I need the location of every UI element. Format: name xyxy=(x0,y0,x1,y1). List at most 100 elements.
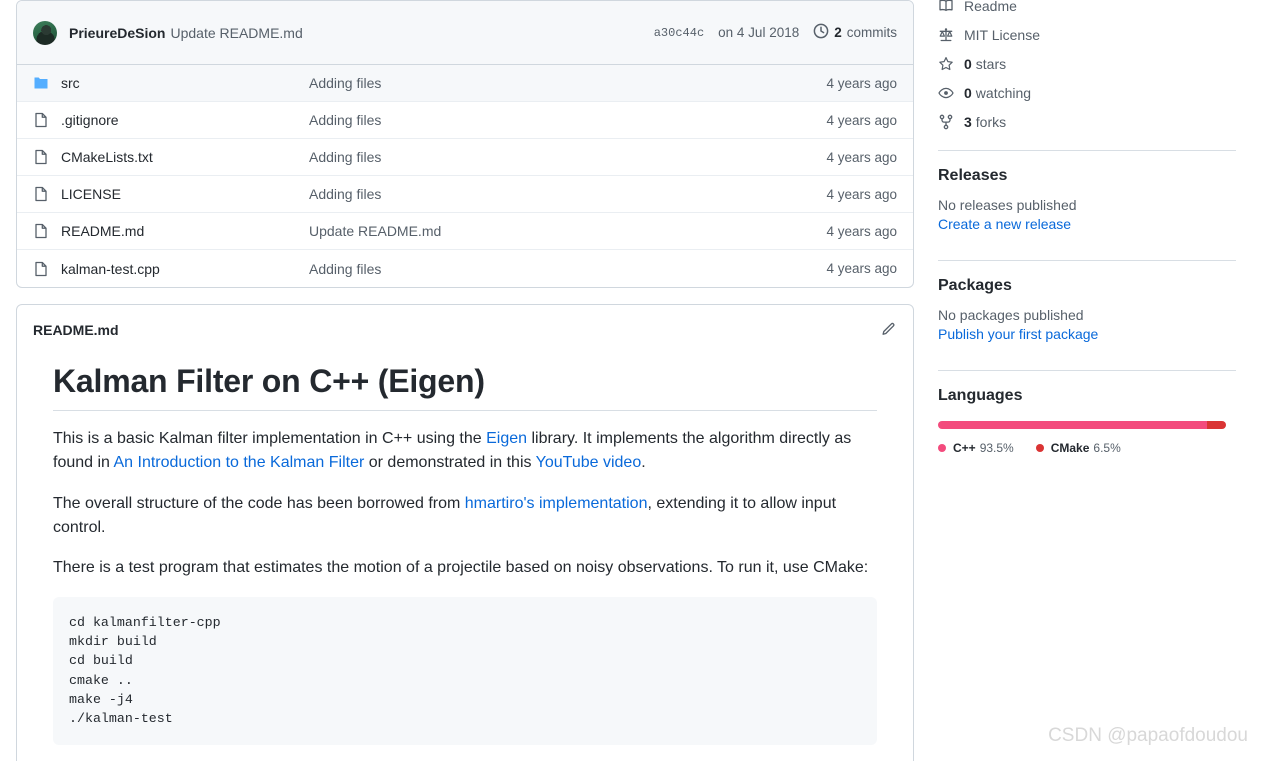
language-bar-segment-cpp[interactable] xyxy=(938,421,1208,429)
watching-count: 0 xyxy=(964,84,972,101)
readme-paragraph-3: There is a test program that estimates t… xyxy=(53,559,869,577)
readme-header: README.md xyxy=(17,305,913,339)
sidebar-item-readme[interactable]: Readme xyxy=(938,0,1238,20)
file-commit-message[interactable]: Adding files xyxy=(309,186,826,202)
fork-icon xyxy=(938,114,954,130)
commit-message[interactable]: Update README.md xyxy=(170,25,302,41)
sidebar-item-stars[interactable]: 0 stars xyxy=(938,49,1238,78)
watching-label: watching xyxy=(975,84,1032,101)
readme-content: Kalman Filter on C++ (Eigen) This is a b… xyxy=(17,339,913,761)
create-release-link[interactable]: Create a new release xyxy=(938,216,1238,232)
languages-section: Languages C++ 93.5% CMake 6.5% xyxy=(938,387,1238,455)
table-row[interactable]: README.md Update README.md 4 years ago xyxy=(17,213,913,250)
file-name[interactable]: CMakeLists.txt xyxy=(61,149,309,165)
file-list-card: PrieureDeSion Update README.md a30c44c o… xyxy=(16,0,914,288)
language-legend-item-cpp[interactable]: C++ 93.5% xyxy=(938,441,1014,455)
file-age: 4 years ago xyxy=(826,261,897,276)
file-commit-message[interactable]: Adding files xyxy=(309,149,826,165)
table-row[interactable]: LICENSE Adding files 4 years ago xyxy=(17,176,913,213)
kalman-intro-link[interactable]: An Introduction to the Kalman Filter xyxy=(114,454,365,471)
readme-heading: Kalman Filter on C++ (Eigen) xyxy=(53,363,877,411)
sidebar-item-license[interactable]: MIT License xyxy=(938,20,1238,49)
language-legend: C++ 93.5% CMake 6.5% xyxy=(938,441,1238,455)
file-name[interactable]: kalman-test.cpp xyxy=(61,261,309,277)
readme-paragraph-2: The overall structure of the code has be… xyxy=(53,492,877,541)
file-icon xyxy=(33,223,49,239)
file-icon xyxy=(33,186,49,202)
commit-meta: a30c44c on 4 Jul 2018 2 commits xyxy=(654,23,897,42)
youtube-video-link[interactable]: YouTube video xyxy=(536,454,642,471)
language-percent: 93.5% xyxy=(979,441,1014,455)
stars-label: stars xyxy=(975,55,1007,72)
language-bar-segment-cmake[interactable] xyxy=(1207,421,1226,429)
file-name[interactable]: LICENSE xyxy=(61,186,309,202)
sidebar-item-forks[interactable]: 3 forks xyxy=(938,107,1238,136)
sidebar-readme-label: Readme xyxy=(964,0,1017,14)
table-row[interactable]: kalman-test.cpp Adding files 4 years ago xyxy=(17,250,913,287)
language-name: CMake xyxy=(1050,441,1090,455)
table-row[interactable]: CMakeLists.txt Adding files 4 years ago xyxy=(17,139,913,176)
file-name[interactable]: src xyxy=(61,75,309,91)
history-icon xyxy=(813,23,829,42)
readme-card: README.md Kalman Filter on C++ (Eigen) T… xyxy=(16,304,914,761)
readme-filename: README.md xyxy=(33,322,119,338)
latest-commit-header: PrieureDeSion Update README.md a30c44c o… xyxy=(17,1,913,65)
language-percent: 6.5% xyxy=(1093,441,1121,455)
table-row[interactable]: src Adding files 4 years ago xyxy=(17,65,913,102)
file-commit-message[interactable]: Adding files xyxy=(309,261,826,277)
language-dot-icon xyxy=(938,444,946,452)
eigen-link[interactable]: Eigen xyxy=(486,430,527,447)
divider xyxy=(938,370,1236,371)
language-legend-item-cmake[interactable]: CMake 6.5% xyxy=(1035,441,1121,455)
file-name[interactable]: README.md xyxy=(61,223,309,239)
table-row[interactable]: .gitignore Adding files 4 years ago xyxy=(17,102,913,139)
commit-date: on 4 Jul 2018 xyxy=(718,25,800,40)
file-age: 4 years ago xyxy=(826,75,897,91)
file-name[interactable]: .gitignore xyxy=(61,112,309,128)
file-age: 4 years ago xyxy=(826,186,897,202)
commits-count: 2 xyxy=(834,25,842,40)
text-fragment: . xyxy=(641,454,646,472)
user-avatar[interactable] xyxy=(33,20,57,45)
watermark: CSDN @papaofdoudou xyxy=(1048,725,1248,746)
sidebar-license-label: MIT License xyxy=(964,26,1040,43)
file-icon xyxy=(33,149,49,165)
releases-heading: Releases xyxy=(938,167,1008,184)
language-name: C++ xyxy=(953,441,976,455)
file-age: 4 years ago xyxy=(826,149,897,165)
releases-empty-text: No releases published xyxy=(938,197,1077,213)
code-block: cd kalmanfilter-cpp mkdir build cd build… xyxy=(53,596,877,745)
file-age: 4 years ago xyxy=(826,223,897,239)
commit-sha[interactable]: a30c44c xyxy=(654,26,704,40)
forks-count: 3 xyxy=(964,113,972,130)
law-icon xyxy=(938,27,954,43)
file-commit-message[interactable]: Update README.md xyxy=(309,223,826,239)
main-column: PrieureDeSion Update README.md a30c44c o… xyxy=(16,0,914,761)
language-bar xyxy=(938,421,1226,429)
file-icon xyxy=(33,261,49,277)
file-commit-message[interactable]: Adding files xyxy=(309,112,826,128)
forks-label: forks xyxy=(975,113,1007,130)
pencil-icon[interactable] xyxy=(879,321,897,339)
commits-count-link[interactable]: 2 commits xyxy=(813,23,897,42)
packages-section: Packages No packages published Publish y… xyxy=(938,277,1238,342)
languages-heading: Languages xyxy=(938,387,1023,404)
file-icon xyxy=(33,112,49,128)
file-commit-message[interactable]: Adding files xyxy=(309,75,826,91)
sidebar-item-watching[interactable]: 0 watching xyxy=(938,78,1238,107)
commit-author[interactable]: PrieureDeSion xyxy=(69,25,165,41)
eye-icon xyxy=(938,85,954,101)
releases-section: Releases No releases published Create a … xyxy=(938,167,1238,232)
divider xyxy=(938,260,1236,261)
text-fragment: This is a basic Kalman filter implementa… xyxy=(53,430,487,447)
hmartiro-link[interactable]: hmartiro's implementation xyxy=(465,495,648,512)
language-dot-icon xyxy=(1035,444,1044,452)
repository-page: PrieureDeSion Update README.md a30c44c o… xyxy=(0,0,1262,761)
divider xyxy=(938,150,1236,151)
star-icon xyxy=(938,56,954,72)
packages-empty-text: No packages published xyxy=(938,307,1084,323)
publish-package-link[interactable]: Publish your first package xyxy=(938,326,1238,342)
stars-count: 0 xyxy=(964,55,972,72)
file-age: 4 years ago xyxy=(826,112,897,128)
folder-icon xyxy=(33,75,49,91)
